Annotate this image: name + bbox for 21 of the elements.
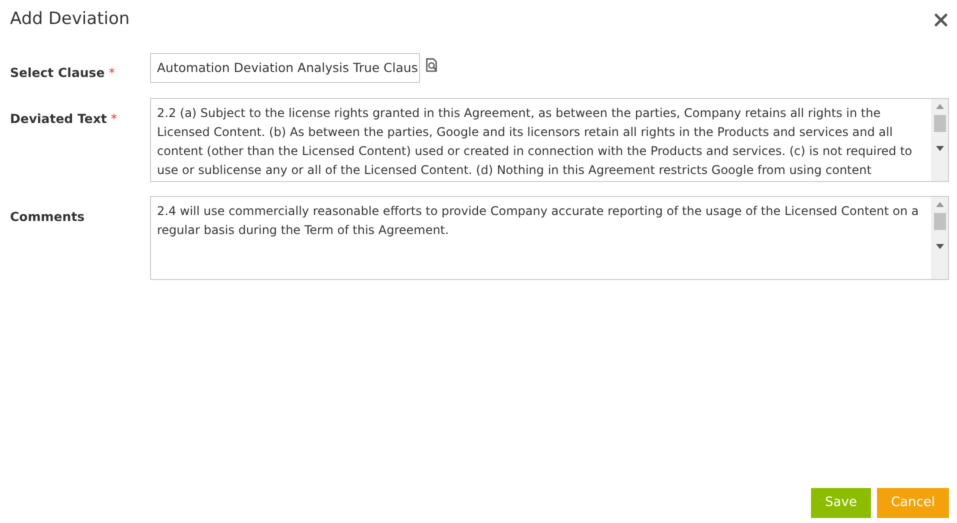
text-content: 2.2 (a) Subject to the license rights granted in this Agreement, as between the parties, Company retains all rights in the Licensed Content. (b) As between the parties, Google and its licensors retain all rights in the Products and services and all content (other than the Licensed Content) used or created in connection with the Products and services. (c) is not required to use or sublicense any or all of the Licensed Content. (d) Nothing in this Agreement restricts Google from using content: [157, 106, 912, 177]
search-icon[interactable]: [424, 57, 439, 73]
text-content: 2.4 will use commercially reasonable efforts to provide Company accurate reporting of the usage of the Licensed Content on a regular basis during the Term of this Agreement.: [157, 204, 919, 237]
scroll-thumb[interactable]: [934, 115, 946, 132]
field-label: Select Clause: [10, 65, 105, 80]
clause-field[interactable]: Automation Deviation Analysis True Claus: [150, 53, 420, 83]
scroll-up-icon[interactable]: [936, 104, 944, 109]
text-area[interactable]: 2.4 will use commercially reasonable efforts to provide Company accurate reporting of the usage of the Licensed Content on a regular basis during the Term of this Agreement.: [150, 196, 949, 280]
text-area[interactable]: [150, 98, 949, 182]
scroll-down-icon[interactable]: [936, 244, 944, 249]
scroll-thumb[interactable]: [934, 213, 946, 230]
scroll-up-icon[interactable]: [936, 202, 944, 207]
close-icon[interactable]: [933, 12, 949, 28]
field-label: Deviated Text: [10, 111, 107, 126]
dialog-title: Add Deviation: [10, 8, 130, 31]
scrollbar[interactable]: [931, 99, 948, 181]
required-marker: *: [110, 111, 118, 126]
field-label: Comments: [10, 209, 85, 224]
scroll-down-icon[interactable]: [936, 146, 944, 151]
required-marker: *: [108, 65, 115, 80]
scrollbar[interactable]: [931, 197, 948, 279]
